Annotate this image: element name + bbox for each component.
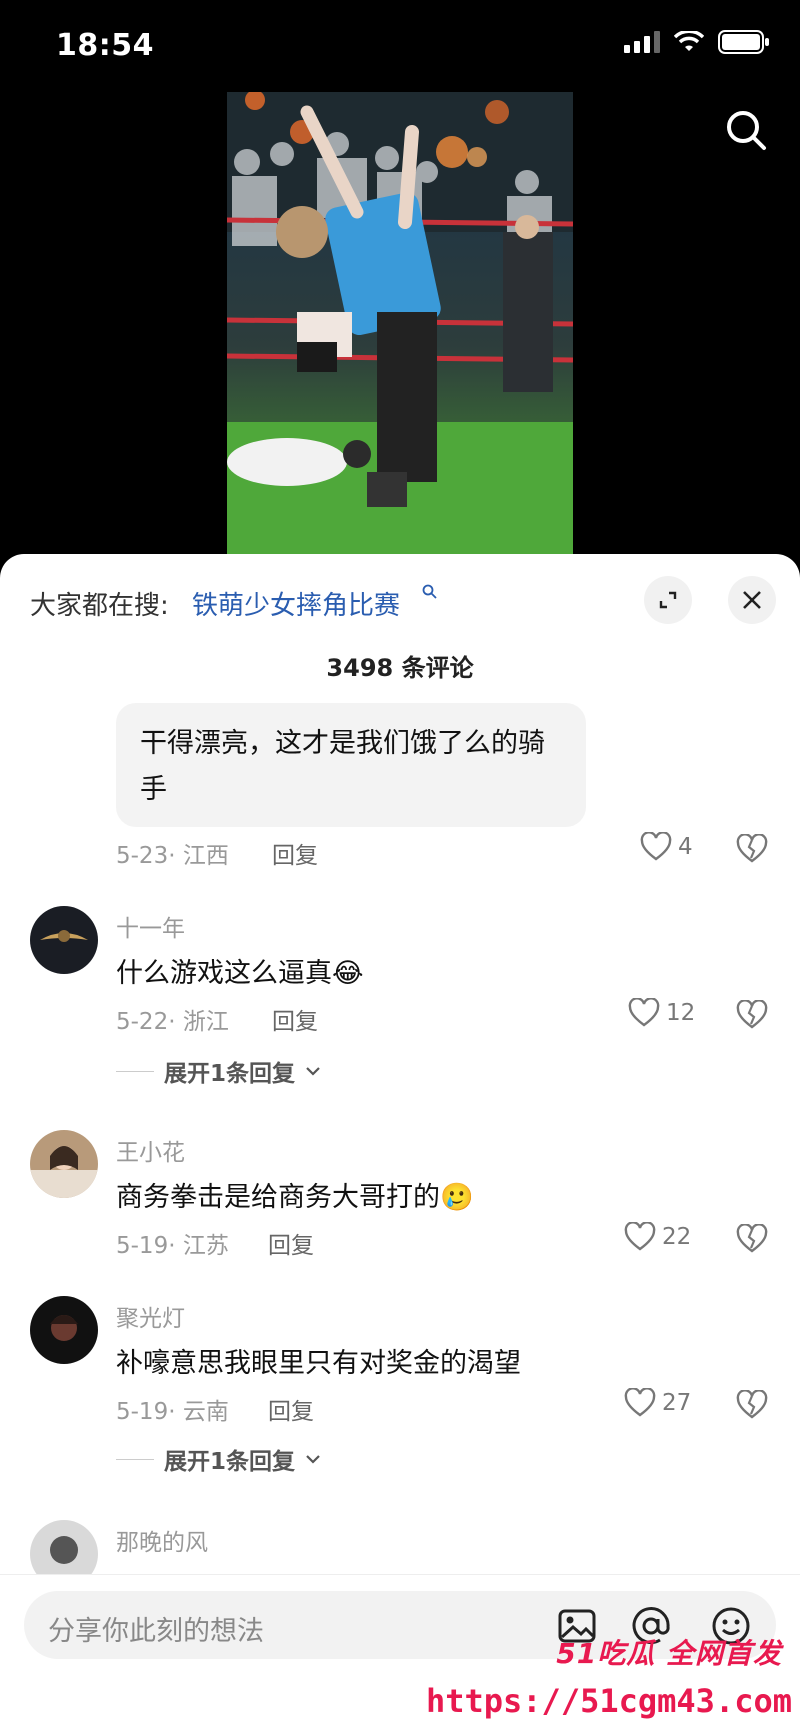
dislike-button[interactable]	[736, 1389, 768, 1424]
emoji-icon: 🥲	[440, 1182, 474, 1213]
search-icon	[727, 111, 766, 150]
comment-meta: 5-23· 江西	[116, 843, 229, 869]
dislike-heart-icon	[736, 999, 768, 1029]
username[interactable]: 王小花	[116, 1133, 185, 1167]
like-count: 22	[662, 1224, 692, 1250]
battery-icon	[718, 30, 769, 54]
expand-button[interactable]	[644, 576, 692, 624]
status-bar: 18:54	[0, 0, 800, 90]
video-player[interactable]	[227, 92, 573, 554]
like-count: 27	[662, 1390, 692, 1416]
username[interactable]: 那晚的风	[116, 1523, 208, 1557]
video-search-button[interactable]	[720, 104, 774, 158]
chevron-down-icon	[306, 1067, 320, 1076]
watermark-url: https://51cgm43.com	[425, 1682, 792, 1720]
dislike-button[interactable]	[736, 833, 768, 868]
comment-bubble: 干得漂亮，这才是我们饿了么的骑手	[116, 703, 586, 827]
comment-meta: 5-19· 江苏	[116, 1233, 229, 1259]
reply-button[interactable]: 回复	[272, 1002, 318, 1036]
search-hint-label: 大家都在搜:	[30, 591, 169, 621]
video-frame-image	[227, 92, 573, 554]
avatar[interactable]	[30, 1130, 98, 1198]
heart-icon	[640, 832, 672, 861]
reply-button[interactable]: 回复	[272, 836, 318, 870]
watermark-title: 51吃瓜 全网首发	[556, 1637, 782, 1670]
divider	[116, 1070, 154, 1072]
comment-text: 补嚎意思我眼里只有对奖金的渴望	[116, 1348, 521, 1379]
avatar[interactable]	[30, 1296, 98, 1364]
heart-icon	[624, 1222, 656, 1251]
signal-icon	[624, 31, 660, 53]
search-small-icon	[422, 584, 438, 605]
chevron-down-icon	[306, 1455, 320, 1464]
username[interactable]: 聚光灯	[116, 1299, 185, 1333]
dislike-button[interactable]	[736, 1223, 768, 1258]
comment-text: 什么游戏这么逼真😂	[116, 958, 364, 989]
system-icons	[624, 30, 770, 54]
expand-icon	[659, 591, 677, 609]
expand-replies-button[interactable]: 展开1条回复	[116, 1442, 321, 1476]
divider	[116, 1458, 154, 1460]
dislike-heart-icon	[736, 1389, 768, 1419]
wifi-icon	[674, 31, 704, 51]
close-icon	[743, 591, 761, 609]
dislike-button[interactable]	[736, 999, 768, 1034]
search-hint-link[interactable]: 铁萌少女摔角比赛	[192, 585, 400, 622]
like-button[interactable]: 27	[624, 1388, 691, 1418]
like-count: 12	[666, 1000, 696, 1026]
comment-meta: 5-19· 云南	[116, 1399, 229, 1425]
username[interactable]: 十一年	[116, 909, 185, 943]
sheet-header: 大家都在搜: 铁萌少女摔角比赛	[30, 576, 776, 626]
expand-replies-label: 展开1条回复	[164, 1449, 296, 1475]
watermark: 51吃瓜 全网首发 https://51cgm43.com	[426, 1630, 800, 1731]
like-button[interactable]: 4	[640, 832, 693, 862]
heart-icon	[624, 1388, 656, 1417]
close-button[interactable]	[728, 576, 776, 624]
expand-replies-button[interactable]: 展开1条回复	[116, 1054, 321, 1088]
dislike-heart-icon	[736, 1223, 768, 1253]
status-time: 18:54	[56, 28, 154, 63]
comment-text: 干得漂亮，这才是我们饿了么的骑手	[140, 728, 545, 805]
reply-button[interactable]: 回复	[268, 1392, 314, 1426]
emoji-icon: 😂	[332, 958, 364, 989]
dislike-heart-icon	[736, 833, 768, 863]
like-button[interactable]: 12	[628, 998, 695, 1028]
comment-count: 3498 条评论	[326, 654, 474, 682]
reply-button[interactable]: 回复	[268, 1226, 314, 1260]
avatar[interactable]	[30, 906, 98, 974]
comment-meta: 5-22· 浙江	[116, 1009, 229, 1035]
comment-text: 商务拳击是给商务大哥打的🥲	[116, 1182, 474, 1213]
expand-replies-label: 展开1条回复	[164, 1061, 296, 1087]
comment-input-placeholder: 分享你此刻的想法	[48, 1616, 264, 1647]
like-count: 4	[678, 834, 693, 860]
comment-sheet: 大家都在搜: 铁萌少女摔角比赛 3498 条评论 干得漂亮，这才是我们饿了么的骑…	[0, 554, 800, 1731]
like-button[interactable]: 22	[624, 1222, 691, 1252]
heart-icon	[628, 998, 660, 1027]
